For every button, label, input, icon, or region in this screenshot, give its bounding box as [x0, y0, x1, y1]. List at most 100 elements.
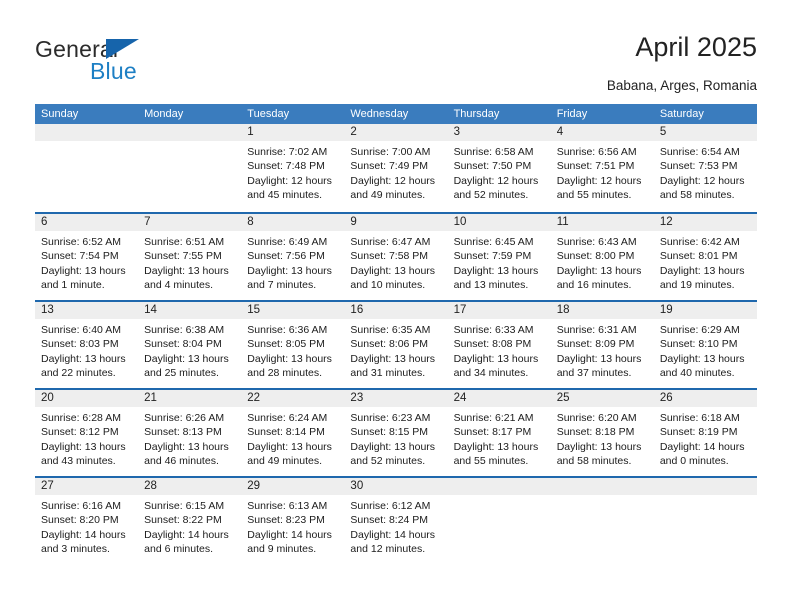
weekday-header-monday: Monday: [144, 108, 184, 120]
day-info-line: and 13 minutes.: [453, 278, 529, 291]
day-info-line: Sunset: 8:14 PM: [247, 426, 325, 439]
day-sun-info: Sunrise: 6:42 AM Sunset: 8:01 PM Daylight:…: [654, 231, 757, 292]
day-number: 9: [344, 214, 448, 231]
day-info-line: and 1 minute.: [41, 278, 105, 291]
page-header: General Blue April 2025 Babana, Arges, R…: [0, 0, 792, 100]
calendar-day-cell[interactable]: 1 Sunrise: 7:02 AM Sunset: 7:48 PM Daylight…: [241, 124, 345, 212]
day-number: 6: [35, 214, 139, 231]
day-info-line: and 45 minutes.: [247, 188, 322, 201]
calendar-day-cell[interactable]: 12 Sunrise: 6:42 AM Sunset: 8:01 PM Dayligh…: [653, 214, 757, 300]
weekday-header-saturday: Saturday: [659, 108, 704, 120]
day-info-line: Sunset: 7:55 PM: [144, 250, 222, 263]
day-info-line: Sunrise: 6:31 AM: [556, 324, 637, 336]
day-info-line: Sunset: 8:03 PM: [41, 338, 119, 351]
calendar-day-cell[interactable]: 11 Sunrise: 6:43 AM Sunset: 8:00 PM Dayligh…: [550, 214, 654, 300]
day-number: [35, 124, 139, 141]
day-number: 4: [550, 124, 654, 141]
calendar-grid: Sunday Monday Tuesday Wednesday Thursday…: [35, 104, 757, 564]
logo-text-blue: Blue: [90, 58, 137, 84]
day-info-line: Daylight: 13 hours: [350, 440, 436, 453]
day-sun-info: Sunrise: 6:33 AM Sunset: 8:08 PM Daylight:…: [448, 319, 551, 380]
calendar-day-cell[interactable]: 24 Sunrise: 6:21 AM Sunset: 8:17 PM Dayligh…: [447, 390, 551, 476]
calendar-day-cell[interactable]: 8 Sunrise: 6:49 AM Sunset: 7:56 PM Daylight…: [241, 214, 345, 300]
calendar-day-cell[interactable]: 22 Sunrise: 6:24 AM Sunset: 8:14 PM Dayligh…: [241, 390, 345, 476]
day-sun-info: Sunrise: 6:18 AM Sunset: 8:19 PM Daylight:…: [654, 407, 757, 468]
day-info-line: and 52 minutes.: [453, 188, 529, 201]
calendar-day-cell[interactable]: 26 Sunrise: 6:18 AM Sunset: 8:19 PM Dayligh…: [653, 390, 757, 476]
weekday-header-sunday: Sunday: [41, 108, 79, 120]
day-info-line: Daylight: 13 hours: [144, 264, 229, 277]
day-info-line: Sunrise: 7:02 AM: [247, 146, 328, 158]
day-number: 12: [653, 214, 757, 231]
day-info-line: Sunrise: 6:43 AM: [556, 236, 637, 248]
calendar-day-cell[interactable]: 5 Sunrise: 6:54 AM Sunset: 7:53 PM Daylight…: [653, 124, 757, 212]
calendar-day-cell[interactable]: 23 Sunrise: 6:23 AM Sunset: 8:15 PM Dayligh…: [344, 390, 448, 476]
day-info-line: Sunrise: 6:58 AM: [453, 146, 534, 158]
day-info-line: Daylight: 13 hours: [350, 264, 436, 277]
day-number: 30: [344, 478, 448, 495]
day-info-line: Sunrise: 6:40 AM: [41, 324, 121, 336]
calendar-day-cell[interactable]: 10 Sunrise: 6:45 AM Sunset: 7:59 PM Dayligh…: [447, 214, 551, 300]
calendar-day-cell[interactable]: 29 Sunrise: 6:13 AM Sunset: 8:23 PM Dayligh…: [241, 478, 345, 564]
weekday-header-row: Sunday Monday Tuesday Wednesday Thursday…: [35, 104, 757, 124]
general-blue-logo[interactable]: General Blue: [35, 36, 215, 84]
calendar-day-cell[interactable]: 9 Sunrise: 6:47 AM Sunset: 7:58 PM Daylight…: [344, 214, 448, 300]
calendar-day-cell[interactable]: 27 Sunrise: 6:16 AM Sunset: 8:20 PM Dayligh…: [35, 478, 139, 564]
day-info-line: and 52 minutes.: [350, 454, 426, 467]
calendar-day-cell[interactable]: 30 Sunrise: 6:12 AM Sunset: 8:24 PM Dayligh…: [344, 478, 448, 564]
day-sun-info: Sunrise: 6:45 AM Sunset: 7:59 PM Daylight:…: [448, 231, 551, 292]
day-info-line: Sunrise: 6:21 AM: [453, 412, 534, 424]
day-info-line: and 12 minutes.: [350, 542, 426, 555]
day-number: [550, 478, 654, 495]
day-info-line: Daylight: 14 hours: [41, 528, 126, 541]
day-info-line: Sunset: 7:54 PM: [41, 250, 119, 263]
day-info-line: and 37 minutes.: [556, 366, 632, 379]
day-number: 11: [550, 214, 654, 231]
day-info-line: Sunset: 8:10 PM: [659, 338, 738, 351]
day-number: 19: [653, 302, 757, 319]
calendar-day-cell[interactable]: 14 Sunrise: 6:38 AM Sunset: 8:04 PM Dayligh…: [138, 302, 242, 388]
day-info-line: Sunset: 7:50 PM: [453, 160, 532, 173]
day-number: 25: [550, 390, 654, 407]
day-sun-info: Sunrise: 6:20 AM Sunset: 8:18 PM Daylight:…: [551, 407, 654, 468]
day-info-line: and 25 minutes.: [144, 366, 219, 379]
day-info-line: Sunset: 7:53 PM: [659, 160, 738, 173]
day-sun-info: Sunrise: 6:54 AM Sunset: 7:53 PM Daylight:…: [654, 141, 757, 202]
day-sun-info: Sunrise: 6:40 AM Sunset: 8:03 PM Daylight:…: [35, 319, 138, 380]
day-info-line: and 55 minutes.: [556, 188, 632, 201]
calendar-day-cell[interactable]: 20 Sunrise: 6:28 AM Sunset: 8:12 PM Dayligh…: [35, 390, 139, 476]
day-info-line: Daylight: 13 hours: [41, 264, 126, 277]
day-info-line: Sunrise: 6:15 AM: [144, 500, 225, 512]
day-number: 16: [344, 302, 448, 319]
calendar-day-cell[interactable]: 7 Sunrise: 6:51 AM Sunset: 7:55 PM Daylight…: [138, 214, 242, 300]
day-info-line: and 40 minutes.: [659, 366, 735, 379]
calendar-day-cell[interactable]: 21 Sunrise: 6:26 AM Sunset: 8:13 PM Dayligh…: [138, 390, 242, 476]
calendar-day-cell[interactable]: 6 Sunrise: 6:52 AM Sunset: 7:54 PM Daylight…: [35, 214, 139, 300]
calendar-day-cell[interactable]: 28 Sunrise: 6:15 AM Sunset: 8:22 PM Dayligh…: [138, 478, 242, 564]
day-info-line: Daylight: 13 hours: [659, 352, 745, 365]
day-info-line: Sunset: 8:15 PM: [350, 426, 429, 439]
day-info-line: Sunset: 8:17 PM: [453, 426, 532, 439]
day-info-line: Sunrise: 6:47 AM: [350, 236, 431, 248]
calendar-day-cell[interactable]: 3 Sunrise: 6:58 AM Sunset: 7:50 PM Daylight…: [447, 124, 551, 212]
calendar-day-cell[interactable]: 19 Sunrise: 6:29 AM Sunset: 8:10 PM Dayligh…: [653, 302, 757, 388]
day-sun-info: Sunrise: 6:12 AM Sunset: 8:24 PM Daylight:…: [344, 495, 447, 556]
day-info-line: Daylight: 12 hours: [659, 174, 745, 187]
calendar-day-cell[interactable]: 2 Sunrise: 7:00 AM Sunset: 7:49 PM Daylight…: [344, 124, 448, 212]
day-info-line: Sunrise: 6:36 AM: [247, 324, 328, 336]
calendar-day-cell[interactable]: 18 Sunrise: 6:31 AM Sunset: 8:09 PM Dayligh…: [550, 302, 654, 388]
day-info-line: Sunset: 7:58 PM: [350, 250, 429, 263]
calendar-day-cell[interactable]: 15 Sunrise: 6:36 AM Sunset: 8:05 PM Dayligh…: [241, 302, 345, 388]
calendar-day-cell[interactable]: 16 Sunrise: 6:35 AM Sunset: 8:06 PM Dayligh…: [344, 302, 448, 388]
day-sun-info: Sunrise: 6:15 AM Sunset: 8:22 PM Daylight:…: [138, 495, 241, 556]
day-sun-info: Sunrise: 6:52 AM Sunset: 7:54 PM Daylight:…: [35, 231, 138, 292]
day-info-line: Sunrise: 6:49 AM: [247, 236, 328, 248]
calendar-day-cell[interactable]: 17 Sunrise: 6:33 AM Sunset: 8:08 PM Dayligh…: [447, 302, 551, 388]
day-info-line: and 43 minutes.: [41, 454, 116, 467]
day-info-line: Sunset: 7:56 PM: [247, 250, 325, 263]
day-info-line: Sunrise: 6:26 AM: [144, 412, 225, 424]
day-number: 24: [447, 390, 551, 407]
calendar-day-cell[interactable]: 25 Sunrise: 6:20 AM Sunset: 8:18 PM Dayligh…: [550, 390, 654, 476]
calendar-day-cell[interactable]: 13 Sunrise: 6:40 AM Sunset: 8:03 PM Dayligh…: [35, 302, 139, 388]
calendar-day-cell[interactable]: 4 Sunrise: 6:56 AM Sunset: 7:51 PM Daylight…: [550, 124, 654, 212]
